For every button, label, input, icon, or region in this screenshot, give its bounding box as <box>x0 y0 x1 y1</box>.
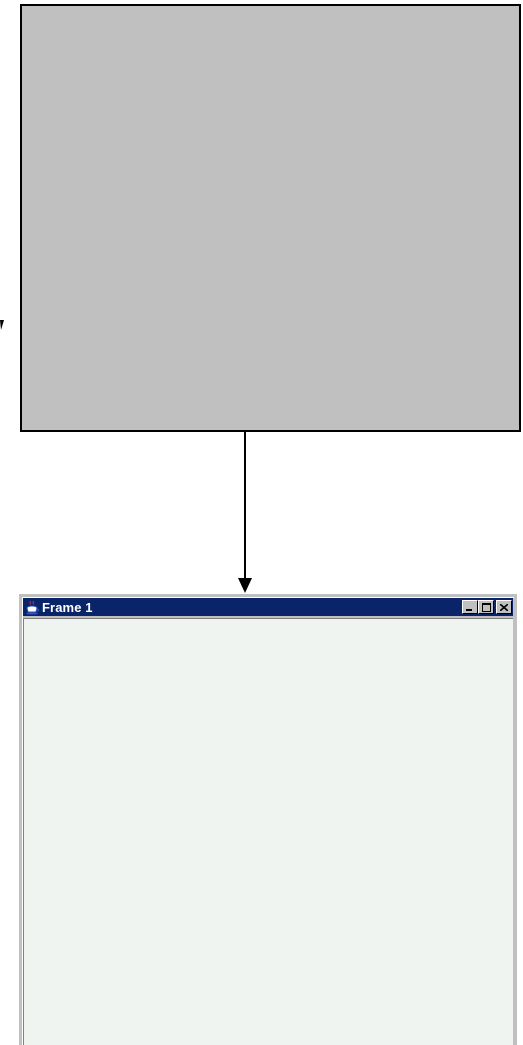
gray-panel <box>20 4 521 432</box>
minimize-button[interactable] <box>462 600 478 614</box>
minimize-icon <box>466 608 472 611</box>
title-buttons <box>462 600 512 614</box>
frame-window[interactable]: Frame 1 <box>19 594 517 1045</box>
window-title: Frame 1 <box>42 599 93 615</box>
partial-arrow-left <box>0 320 4 330</box>
maximize-icon <box>481 602 491 612</box>
title-bar[interactable]: Frame 1 <box>23 598 513 616</box>
content-pane <box>23 618 513 1045</box>
close-button[interactable] <box>496 600 512 614</box>
maximize-button[interactable] <box>478 600 494 614</box>
java-cup-icon <box>24 599 40 615</box>
connector-arrow-head <box>238 578 252 593</box>
close-icon <box>500 603 508 611</box>
